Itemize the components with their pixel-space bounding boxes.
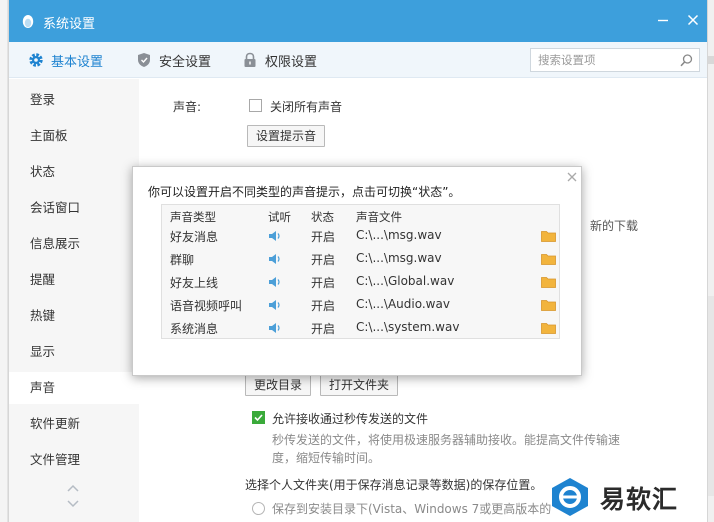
sidebar-item-main-panel[interactable]: 主面板: [9, 120, 139, 152]
dialog-instruction: 你可以设置开启不同类型的声音提示，点击可切换“状态”。: [148, 185, 461, 199]
save-to-install-label: 保存到安装目录下(Vista、Windows 7或更高版本的: [272, 502, 552, 516]
minimize-icon[interactable]: [655, 12, 671, 28]
title-bar[interactable]: 系统设置: [9, 0, 707, 42]
status-cell[interactable]: 开启: [311, 297, 335, 314]
tab-bar: 基本设置 安全设置 权限设置: [9, 42, 707, 78]
check-icon: [254, 414, 263, 422]
folder-icon[interactable]: [541, 230, 556, 242]
sidebar-item-display[interactable]: 显示: [9, 336, 139, 368]
folder-icon[interactable]: [541, 253, 556, 265]
sound-file-cell: C:\...\msg.wav: [356, 228, 442, 242]
tab-label: 安全设置: [159, 54, 212, 70]
sidebar-item-info-display[interactable]: 信息展示: [9, 228, 139, 260]
sidebar: 登录 主面板 状态 会话窗口 信息展示 提醒 热键 显示 声音 软件更新 文件管…: [9, 79, 139, 522]
mute-all-label: 关闭所有声音: [270, 100, 343, 114]
shield-icon: [138, 53, 150, 67]
allow-receive-description-line2: 度，缩短传输时间。: [272, 451, 381, 465]
watermark-logo: 易软汇: [548, 476, 712, 518]
table-row[interactable]: 系统消息 开启 C:\...\system.wav: [162, 317, 559, 339]
allow-receive-description-line1: 秒传发送的文件，将使用极速服务器辅助接收。能提高文件传输速: [272, 433, 621, 447]
lock-icon: [244, 52, 256, 67]
sidebar-item-hotkeys[interactable]: 热键: [9, 300, 139, 332]
status-cell[interactable]: 开启: [311, 228, 335, 245]
speaker-icon[interactable]: [268, 252, 282, 266]
search-box[interactable]: [530, 48, 700, 72]
column-header-sound-file: 声音文件: [356, 210, 402, 224]
folder-icon[interactable]: [541, 299, 556, 311]
desktop-left-edge: [0, 0, 8, 522]
sound-type-cell: 群聊: [170, 253, 195, 267]
search-icon[interactable]: [679, 53, 694, 68]
speaker-icon[interactable]: [268, 275, 282, 289]
column-header-preview: 试听: [268, 210, 291, 224]
tab-basic-settings[interactable]: 基本设置: [27, 50, 103, 70]
tab-permission-settings[interactable]: 权限设置: [241, 50, 317, 70]
sidebar-item-status[interactable]: 状态: [9, 156, 139, 188]
folder-icon[interactable]: [541, 276, 556, 288]
tab-label: 基本设置: [51, 54, 104, 70]
open-folder-button[interactable]: 打开文件夹: [320, 374, 399, 396]
sound-file-cell: C:\...\system.wav: [356, 320, 460, 334]
sound-type-cell: 系统消息: [170, 322, 219, 336]
status-cell[interactable]: 开启: [311, 274, 335, 291]
allow-receive-label: 允许接收通过秒传发送的文件: [272, 412, 429, 426]
sound-type-cell: 语音视频呼叫: [170, 299, 243, 313]
sound-file-cell: C:\...\Global.wav: [356, 274, 455, 288]
tab-security-settings[interactable]: 安全设置: [135, 50, 211, 70]
sound-file-cell: C:\...\Audio.wav: [356, 297, 450, 311]
window-title: 系统设置: [43, 17, 96, 32]
change-directory-button[interactable]: 更改目录: [245, 374, 312, 396]
tab-label: 权限设置: [265, 54, 318, 70]
speaker-icon[interactable]: [268, 321, 282, 335]
sidebar-item-file-management[interactable]: 文件管理: [9, 444, 139, 476]
status-cell[interactable]: 开启: [311, 320, 335, 337]
chevron-up-icon[interactable]: [66, 483, 80, 493]
search-input[interactable]: [531, 49, 671, 71]
column-header-status: 状态: [311, 210, 334, 224]
table-row[interactable]: 好友消息 开启 C:\...\msg.wav: [162, 225, 559, 247]
sidebar-item-software-update[interactable]: 软件更新: [9, 408, 139, 440]
folder-icon[interactable]: [541, 322, 556, 334]
sidebar-item-chat-window[interactable]: 会话窗口: [9, 192, 139, 224]
sidebar-item-reminder[interactable]: 提醒: [9, 264, 139, 296]
status-cell[interactable]: 开启: [311, 251, 335, 268]
chevron-down-icon[interactable]: [66, 499, 80, 509]
close-icon[interactable]: [566, 171, 578, 183]
speaker-icon[interactable]: [268, 229, 282, 243]
speaker-icon[interactable]: [268, 298, 282, 312]
sidebar-item-sound[interactable]: 声音: [9, 372, 139, 404]
table-row[interactable]: 好友上线 开启 C:\...\Global.wav: [162, 271, 559, 293]
sound-file-cell: C:\...\msg.wav: [356, 251, 442, 265]
sound-type-cell: 好友上线: [170, 276, 219, 290]
sound-label: 声音:: [173, 100, 202, 114]
sound-types-table: 声音类型 试听 状态 声音文件 好友消息 开启 C:\...\msg.wav 群…: [161, 204, 560, 339]
gear-icon: [29, 53, 43, 67]
table-row[interactable]: 群聊 开启 C:\...\msg.wav: [162, 248, 559, 270]
watermark-emblem-icon: [552, 478, 588, 516]
penguin-icon: [22, 15, 34, 28]
sidebar-item-login[interactable]: 登录: [9, 84, 139, 116]
watermark-text: 易软汇: [600, 485, 679, 514]
close-icon[interactable]: [685, 12, 701, 28]
sound-type-cell: 好友消息: [170, 230, 219, 244]
choose-folder-label: 选择个人文件夹(用于保存消息记录等数据)的保存位置。: [245, 478, 543, 492]
new-download-partial-text: 新的下载: [590, 219, 639, 233]
save-to-install-radio[interactable]: [252, 502, 265, 515]
mute-all-checkbox[interactable]: [249, 99, 262, 112]
column-header-sound-type: 声音类型: [170, 210, 216, 224]
sound-types-dialog: 你可以设置开启不同类型的声音提示，点击可切换“状态”。 声音类型 试听 状态 声…: [132, 166, 582, 376]
table-row[interactable]: 语音视频呼叫 开启 C:\...\Audio.wav: [162, 294, 559, 316]
allow-receive-checkbox[interactable]: [252, 411, 265, 424]
set-tone-button[interactable]: 设置提示音: [247, 125, 326, 147]
